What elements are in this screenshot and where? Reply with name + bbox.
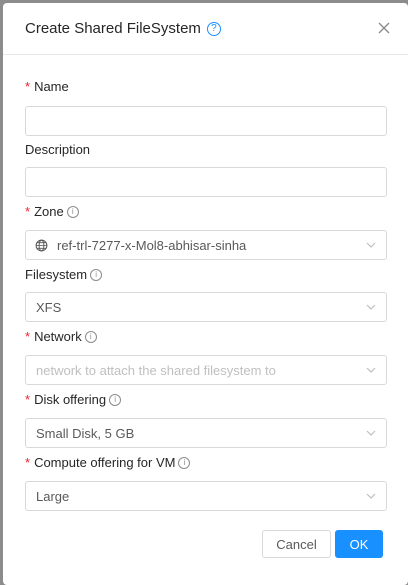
- info-icon[interactable]: i: [66, 205, 79, 218]
- chevron-down-icon: [366, 242, 376, 248]
- globe-icon: [35, 239, 48, 252]
- dialog-header: Create Shared FileSystem ?: [3, 3, 408, 55]
- close-icon[interactable]: [377, 21, 391, 35]
- filesystem-select[interactable]: XFS: [25, 292, 387, 322]
- zone-select[interactable]: ref-trl-7277-x-Mol8-abhisar-sinha: [25, 230, 387, 260]
- compute-offering-label: * Compute offering for VM i: [25, 455, 191, 470]
- disk-offering-label: * Disk offering i: [25, 392, 122, 407]
- network-label: * Network i: [25, 329, 97, 344]
- filesystem-select-value: XFS: [36, 300, 62, 315]
- ok-button[interactable]: OK: [335, 530, 383, 558]
- compute-offering-select[interactable]: Large: [25, 481, 387, 511]
- filesystem-label-text: Filesystem: [25, 267, 88, 282]
- info-icon[interactable]: i: [109, 393, 122, 406]
- description-label: Description: [25, 142, 90, 157]
- description-input[interactable]: [25, 167, 387, 197]
- dialog-title-text: Create Shared FileSystem: [25, 20, 201, 37]
- required-marker: *: [25, 204, 31, 219]
- required-marker: *: [25, 392, 31, 407]
- name-input[interactable]: [25, 106, 387, 136]
- chevron-down-icon: [366, 304, 376, 310]
- compute-offering-label-text: Compute offering for VM: [34, 455, 176, 470]
- network-select[interactable]: network to attach the shared filesystem …: [25, 355, 387, 385]
- network-select-placeholder: network to attach the shared filesystem …: [36, 363, 276, 378]
- create-shared-filesystem-dialog: Create Shared FileSystem ? * Name Descri…: [3, 3, 408, 585]
- filesystem-label: Filesystem i: [25, 267, 103, 282]
- dialog-title: Create Shared FileSystem ?: [25, 20, 221, 37]
- required-marker: *: [25, 79, 31, 94]
- zone-select-value: ref-trl-7277-x-Mol8-abhisar-sinha: [57, 238, 247, 253]
- required-marker: *: [25, 455, 31, 470]
- network-label-text: Network: [34, 329, 82, 344]
- disk-offering-select[interactable]: Small Disk, 5 GB: [25, 418, 387, 448]
- info-icon[interactable]: i: [84, 330, 97, 343]
- zone-label: * Zone i: [25, 204, 79, 219]
- chevron-down-icon: [366, 430, 376, 436]
- description-label-text: Description: [25, 142, 91, 157]
- cancel-button[interactable]: Cancel: [262, 530, 331, 558]
- disk-offering-select-value: Small Disk, 5 GB: [36, 426, 135, 441]
- chevron-down-icon: [366, 367, 376, 373]
- help-icon[interactable]: ?: [206, 21, 221, 36]
- chevron-down-icon: [366, 493, 376, 499]
- compute-offering-select-value: Large: [36, 489, 70, 504]
- info-icon[interactable]: i: [90, 268, 103, 281]
- info-icon[interactable]: i: [178, 456, 191, 469]
- zone-label-text: Zone: [34, 204, 64, 219]
- name-label-text: Name: [34, 79, 69, 94]
- name-label: * Name: [25, 79, 69, 94]
- required-marker: *: [25, 329, 31, 344]
- disk-offering-label-text: Disk offering: [34, 392, 107, 407]
